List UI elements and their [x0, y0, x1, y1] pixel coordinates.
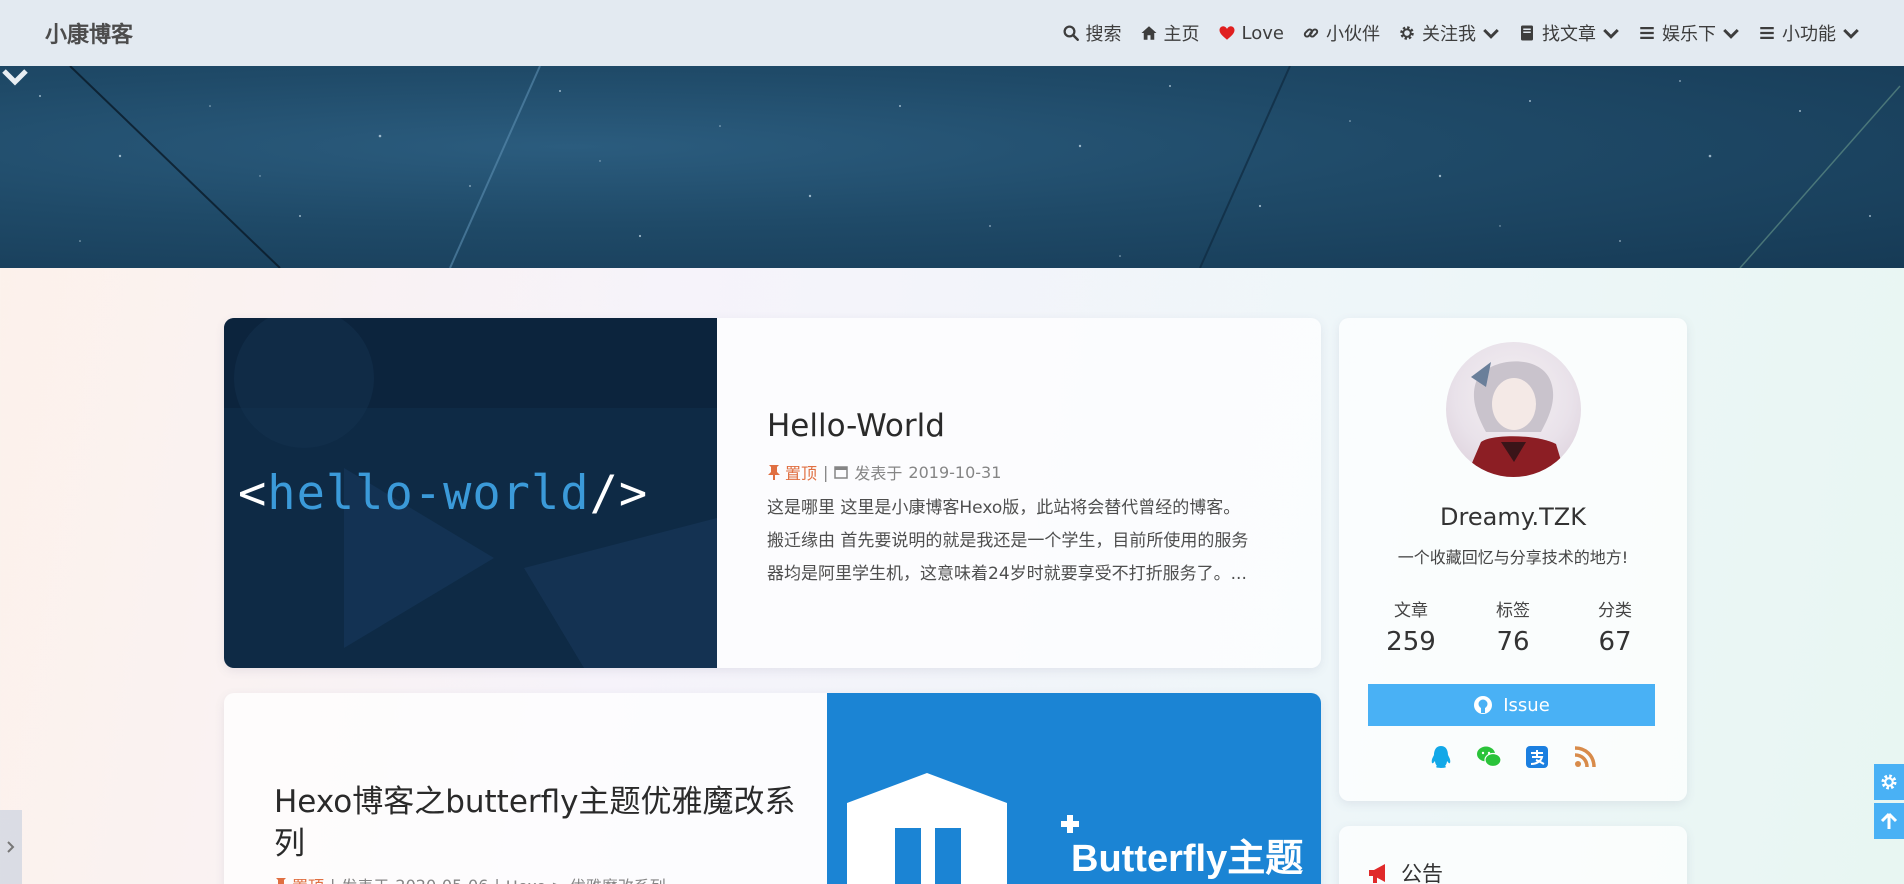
pinned-badge: 置顶 [274, 873, 324, 884]
hero-banner [0, 66, 1904, 268]
gear-icon [1400, 26, 1414, 40]
sidebar-toggle[interactable] [0, 810, 22, 884]
nav-item-label: 娱乐下 [1662, 24, 1716, 45]
site-brand[interactable]: 小康博客 [45, 17, 133, 49]
home-icon [1141, 26, 1157, 40]
meta-divider: | [823, 462, 829, 482]
post-title[interactable]: Hello-World [767, 408, 945, 444]
rss-icon[interactable] [1572, 744, 1598, 770]
nav-item-friends[interactable]: 小伙伴 [1302, 20, 1380, 46]
chevron-down-icon [1603, 28, 1619, 39]
post-card[interactable]: Hexo博客之butterfly主题优雅魔改系 列 置顶 | 发表于 2020-… [224, 693, 1321, 884]
site-stats: 文章 259 标签 76 分类 67 [1361, 596, 1665, 657]
post-meta: 置顶 | 发表于 2020-05-06 | Hexo > 优雅魔改系列 [274, 873, 666, 884]
post-date: 2020-05-06 [395, 876, 488, 884]
chevron-right-icon [7, 841, 15, 853]
nav-item-label: 小功能 [1782, 24, 1836, 45]
alipay-icon[interactable] [1524, 744, 1550, 770]
nav-item-label: 关注我 [1422, 24, 1476, 45]
nav-item-label: 小伙伴 [1326, 24, 1380, 45]
gear-icon [1881, 774, 1897, 790]
list-icon [1760, 27, 1774, 39]
meta-divider: | [330, 876, 335, 884]
nav-item-love[interactable]: Love [1218, 23, 1284, 44]
post-title[interactable]: Hexo博客之butterfly主题优雅魔改系 列 [274, 781, 796, 865]
nav-item-label: 找文章 [1542, 24, 1596, 45]
calendar-icon [834, 466, 849, 479]
date-prefix: 发表于 [854, 464, 903, 483]
nav-item-label: 搜索 [1085, 24, 1122, 45]
social-links [1339, 744, 1687, 770]
back-to-top-button[interactable] [1874, 803, 1904, 839]
nav-item-search[interactable]: 搜索 [1062, 20, 1122, 46]
date-prefix: 发表于 [341, 873, 389, 884]
avatar[interactable] [1446, 342, 1581, 477]
scroll-down-chevron-icon[interactable] [0, 66, 30, 88]
search-icon [1063, 25, 1079, 41]
nav-menu: 搜索 主页 Love 小伙伴 关注我 找文章 娱乐下 小功能 [1044, 20, 1860, 46]
starfield-background [39, 66, 1901, 268]
post-excerpt: 这是哪里 这里是小康博客Hexo版，此站将会替代曾经的博客。 搬迁缘由 首先要说… [767, 498, 1249, 584]
bullhorn-icon [1369, 864, 1385, 883]
top-navbar: 小康博客 搜索 主页 Love 小伙伴 关注我 找文章 娱乐下 小功能 [0, 0, 1904, 66]
post-card[interactable]: <hello-world/> Hello-World 置顶 | 发表于 2019… [224, 318, 1321, 668]
list-icon [1640, 27, 1654, 39]
author-description: 一个收藏回忆与分享技术的地方! [1397, 548, 1629, 567]
chevron-down-icon [1843, 28, 1859, 39]
stat-tags[interactable]: 标签 76 [1463, 596, 1563, 657]
heart-icon [1219, 26, 1235, 40]
link-icon [1303, 28, 1319, 38]
stat-categories[interactable]: 分类 67 [1565, 596, 1665, 657]
author-profile-card: Dreamy.TZK 一个收藏回忆与分享技术的地方! 文章 259 标签 76 … [1339, 318, 1687, 801]
nav-item-entertainment[interactable]: 娱乐下 [1638, 20, 1740, 46]
issue-button[interactable]: Issue [1368, 684, 1655, 726]
wechat-icon[interactable] [1476, 744, 1502, 770]
arrow-up-icon [1880, 812, 1898, 829]
chevron-down-icon [1483, 28, 1499, 39]
post-categories[interactable]: Hexo > 优雅魔改系列 [506, 873, 666, 884]
cover-code-text: <hello-world/> [238, 466, 649, 521]
post-date: 2019-10-31 [908, 462, 1002, 482]
stat-articles[interactable]: 文章 259 [1361, 596, 1461, 657]
meta-divider: | [494, 876, 499, 884]
nav-item-label: 主页 [1163, 24, 1200, 45]
nav-item-label: Love [1241, 22, 1284, 44]
settings-float-button[interactable] [1874, 764, 1904, 800]
post-meta: 置顶 | 发表于 2019-10-31 [767, 460, 1001, 484]
thumbtack-icon [276, 878, 286, 884]
post-cover-image[interactable]: <hello-world/> [224, 318, 717, 668]
nav-item-follow[interactable]: 关注我 [1398, 20, 1500, 46]
thumbtack-icon [768, 465, 780, 480]
pinned-badge: 置顶 [767, 460, 817, 484]
author-name: Dreamy.TZK [1440, 503, 1586, 531]
chevron-down-icon [1723, 28, 1739, 39]
announcement-card: 公告 [1339, 826, 1687, 884]
cover-brand-text: Butterfly主题 [1071, 838, 1304, 880]
github-icon [1474, 696, 1493, 714]
nav-item-home[interactable]: 主页 [1140, 20, 1200, 46]
book-icon [1521, 25, 1533, 41]
nav-item-tools[interactable]: 小功能 [1758, 20, 1860, 46]
nav-item-articles[interactable]: 找文章 [1518, 20, 1620, 46]
avatar-illustration [1466, 361, 1566, 477]
announcement-title: 公告 [1367, 858, 1443, 884]
qq-icon[interactable] [1428, 744, 1454, 770]
post-cover-image[interactable]: Butterfly主题 [827, 693, 1321, 884]
